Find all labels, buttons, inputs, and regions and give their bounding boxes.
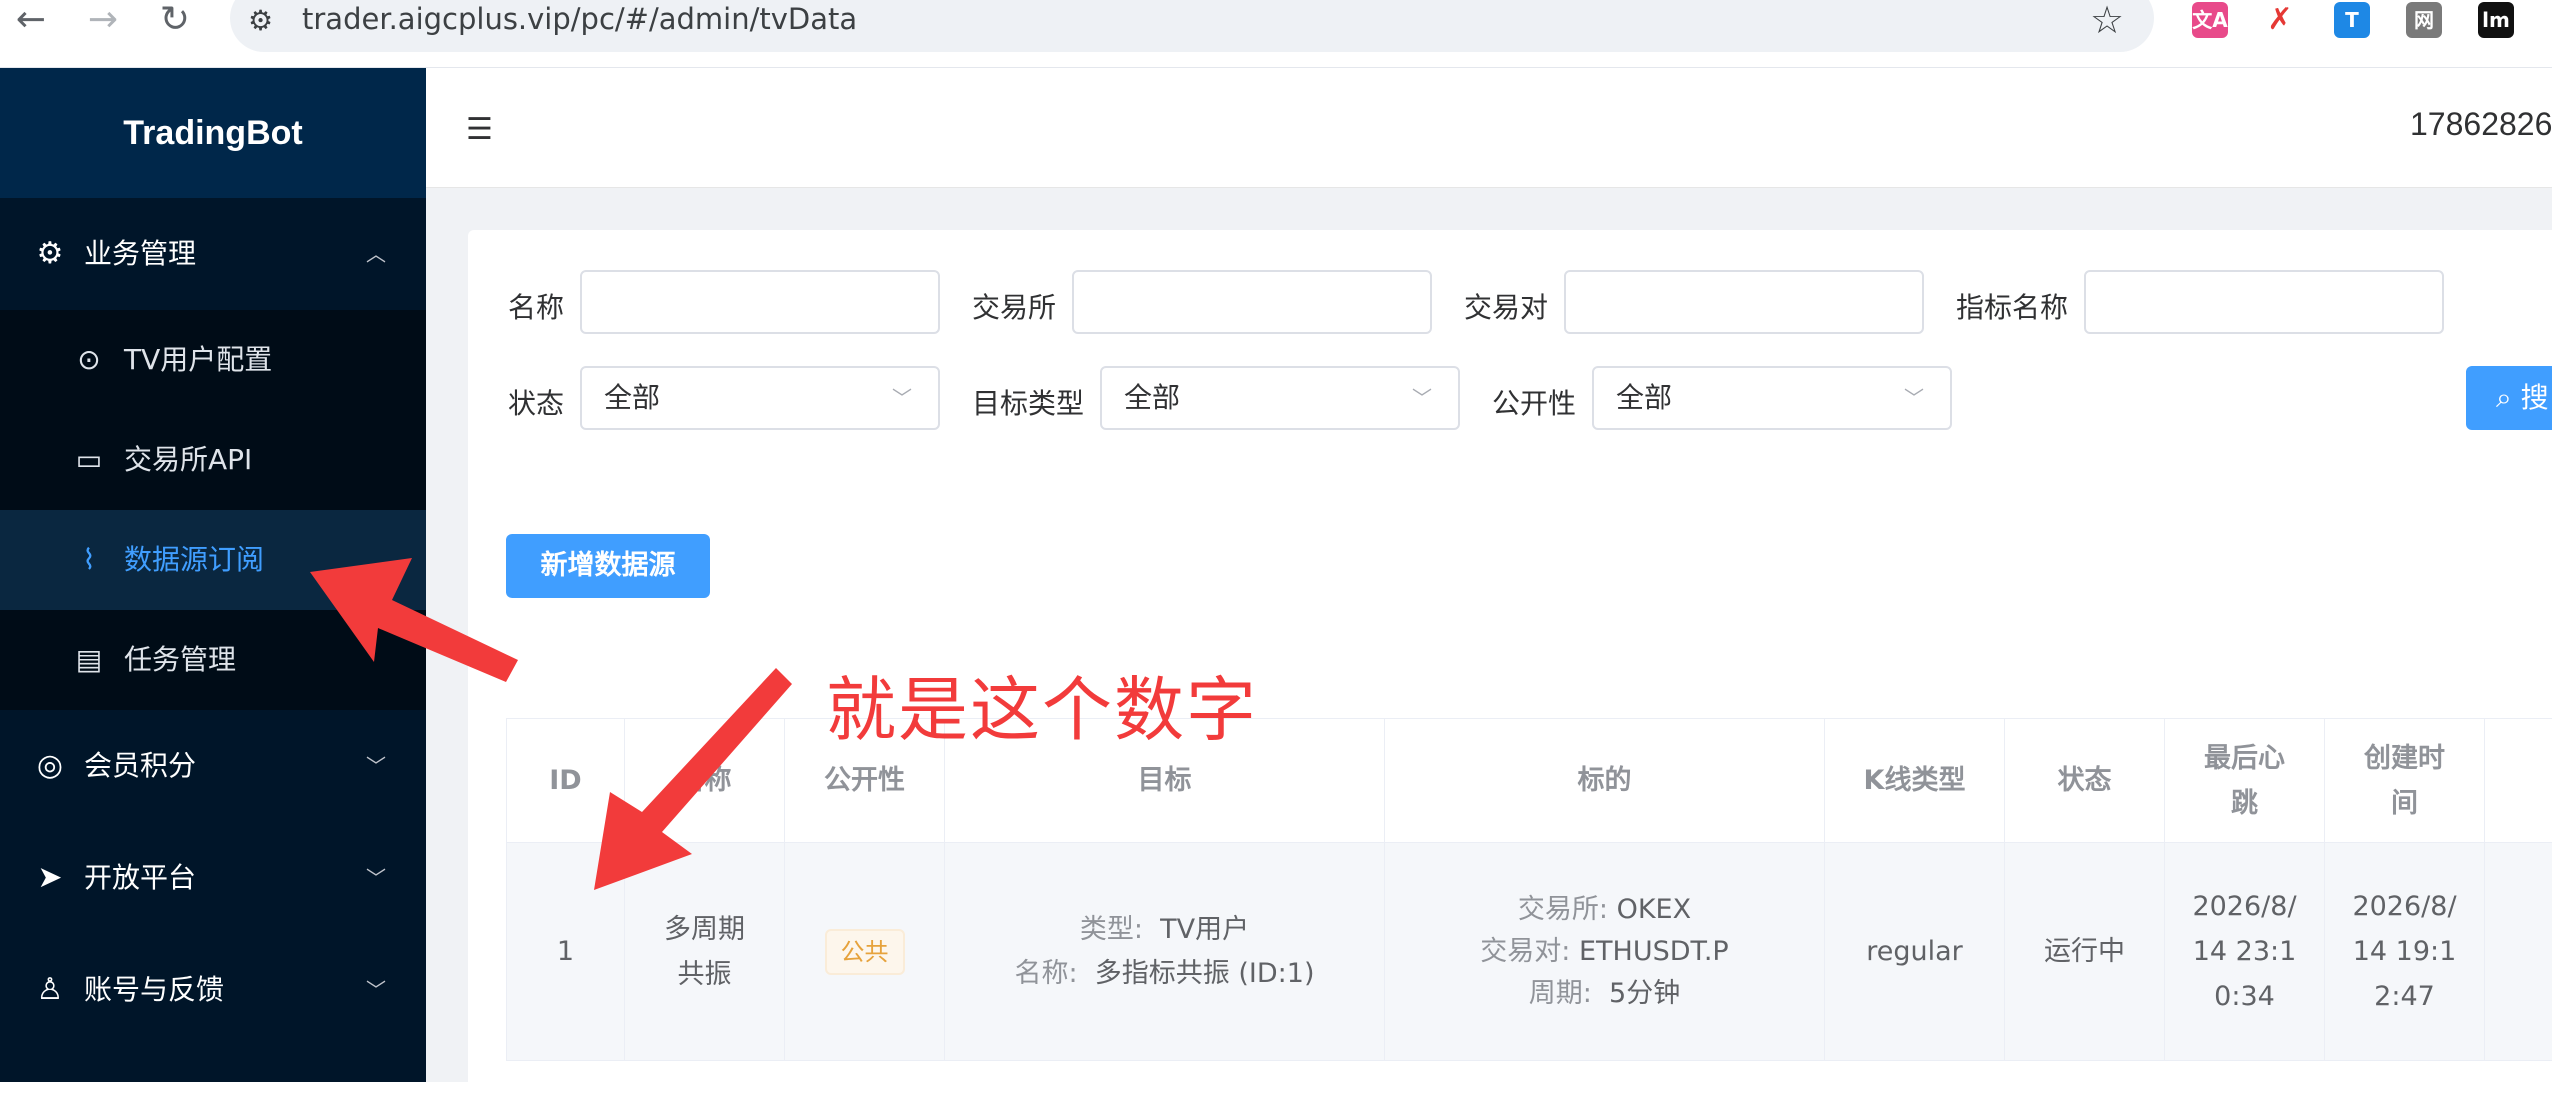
arrow-to-sidebar (310, 558, 518, 682)
annotation-overlay (0, 0, 2552, 1082)
arrow-to-id (594, 668, 792, 890)
annotation-text: 就是这个数字 (826, 654, 1258, 755)
